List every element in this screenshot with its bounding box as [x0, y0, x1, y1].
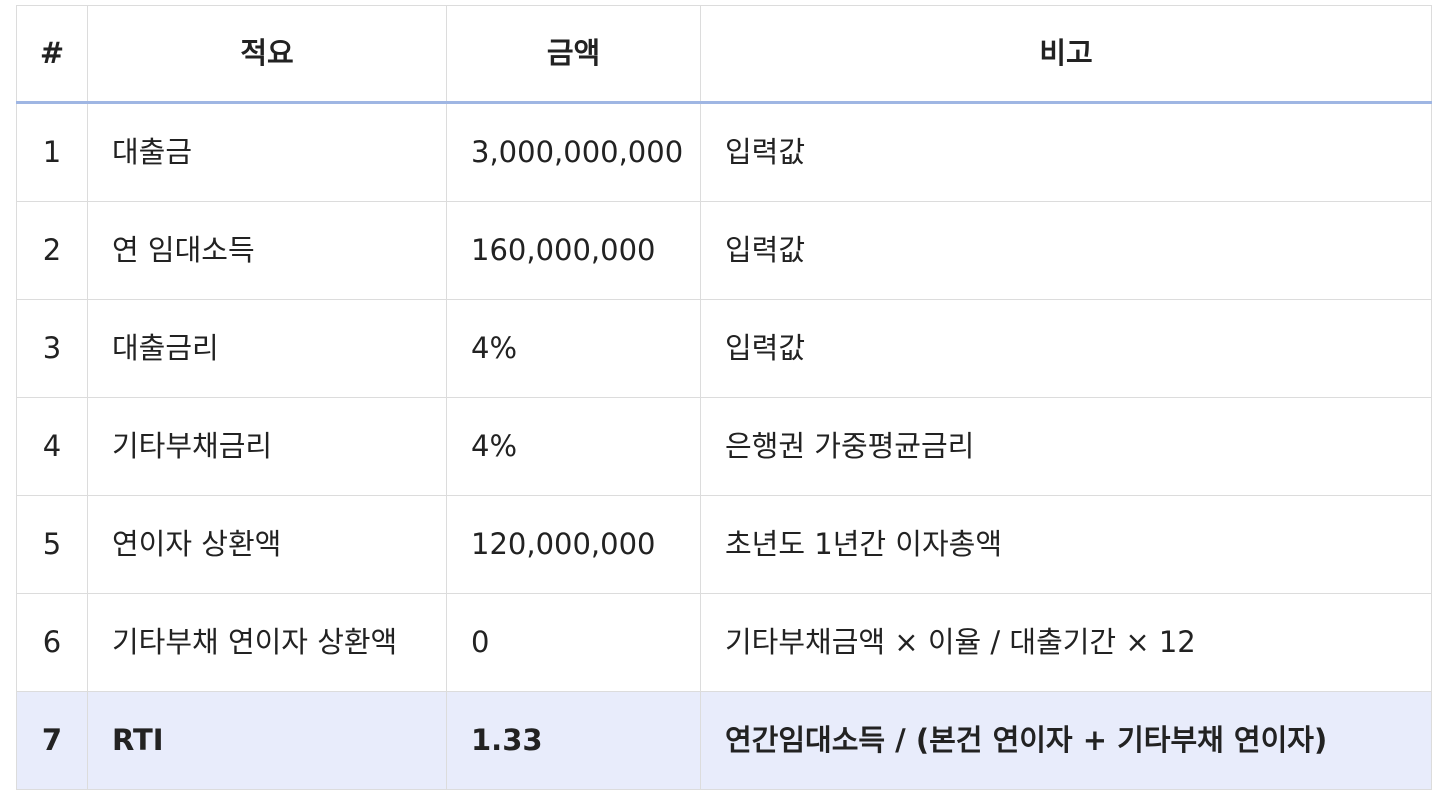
- row-amount: 3,000,000,000: [446, 102, 701, 202]
- rti-table: # 적요 금액 비고 1 대출금 3,000,000,000 입력값 2 연 임…: [16, 5, 1432, 790]
- row-description: 대출금: [87, 102, 447, 202]
- row-amount: 160,000,000: [446, 201, 701, 300]
- row-note: 입력값: [700, 201, 1432, 300]
- row-description: RTI: [87, 691, 447, 790]
- row-description: 기타부채금리: [87, 397, 447, 496]
- row-amount: 1.33: [446, 691, 701, 790]
- table-row: 5 연이자 상환액 120,000,000 초년도 1년간 이자총액: [16, 495, 1432, 594]
- header-row: # 적요 금액 비고: [16, 5, 1432, 104]
- row-note: 입력값: [700, 102, 1432, 202]
- row-amount: 120,000,000: [446, 495, 701, 594]
- table-body: 1 대출금 3,000,000,000 입력값 2 연 임대소득 160,000…: [16, 102, 1432, 790]
- row-description: 연 임대소득: [87, 201, 447, 300]
- header-amount: 금액: [446, 5, 701, 104]
- table-row: 4 기타부채금리 4% 은행권 가중평균금리: [16, 397, 1432, 496]
- row-index: 5: [16, 495, 88, 594]
- rti-table-container: # 적요 금액 비고 1 대출금 3,000,000,000 입력값 2 연 임…: [16, 5, 1432, 790]
- row-note: 은행권 가중평균금리: [700, 397, 1432, 496]
- row-amount: 0: [446, 593, 701, 692]
- table-row: 1 대출금 3,000,000,000 입력값: [16, 102, 1432, 202]
- row-amount: 4%: [446, 299, 701, 398]
- table-row: 2 연 임대소득 160,000,000 입력값: [16, 201, 1432, 300]
- row-note: 기타부채금액 × 이율 / 대출기간 × 12: [700, 593, 1432, 692]
- header-index: #: [16, 5, 88, 104]
- table-row-rti-highlight: 7 RTI 1.33 연간임대소득 / (본건 연이자 + 기타부채 연이자): [16, 691, 1432, 790]
- table-row: 6 기타부채 연이자 상환액 0 기타부채금액 × 이율 / 대출기간 × 12: [16, 593, 1432, 692]
- row-index: 2: [16, 201, 88, 300]
- row-index: 4: [16, 397, 88, 496]
- header-description: 적요: [87, 5, 447, 104]
- table-header: # 적요 금액 비고: [16, 5, 1432, 104]
- row-note: 연간임대소득 / (본건 연이자 + 기타부채 연이자): [700, 691, 1432, 790]
- row-note: 초년도 1년간 이자총액: [700, 495, 1432, 594]
- row-note: 입력값: [700, 299, 1432, 398]
- header-note: 비고: [700, 5, 1432, 104]
- row-index: 3: [16, 299, 88, 398]
- row-description: 기타부채 연이자 상환액: [87, 593, 447, 692]
- table-row: 3 대출금리 4% 입력값: [16, 299, 1432, 398]
- row-index: 7: [16, 691, 88, 790]
- row-description: 연이자 상환액: [87, 495, 447, 594]
- row-index: 1: [16, 102, 88, 202]
- row-amount: 4%: [446, 397, 701, 496]
- row-description: 대출금리: [87, 299, 447, 398]
- row-index: 6: [16, 593, 88, 692]
